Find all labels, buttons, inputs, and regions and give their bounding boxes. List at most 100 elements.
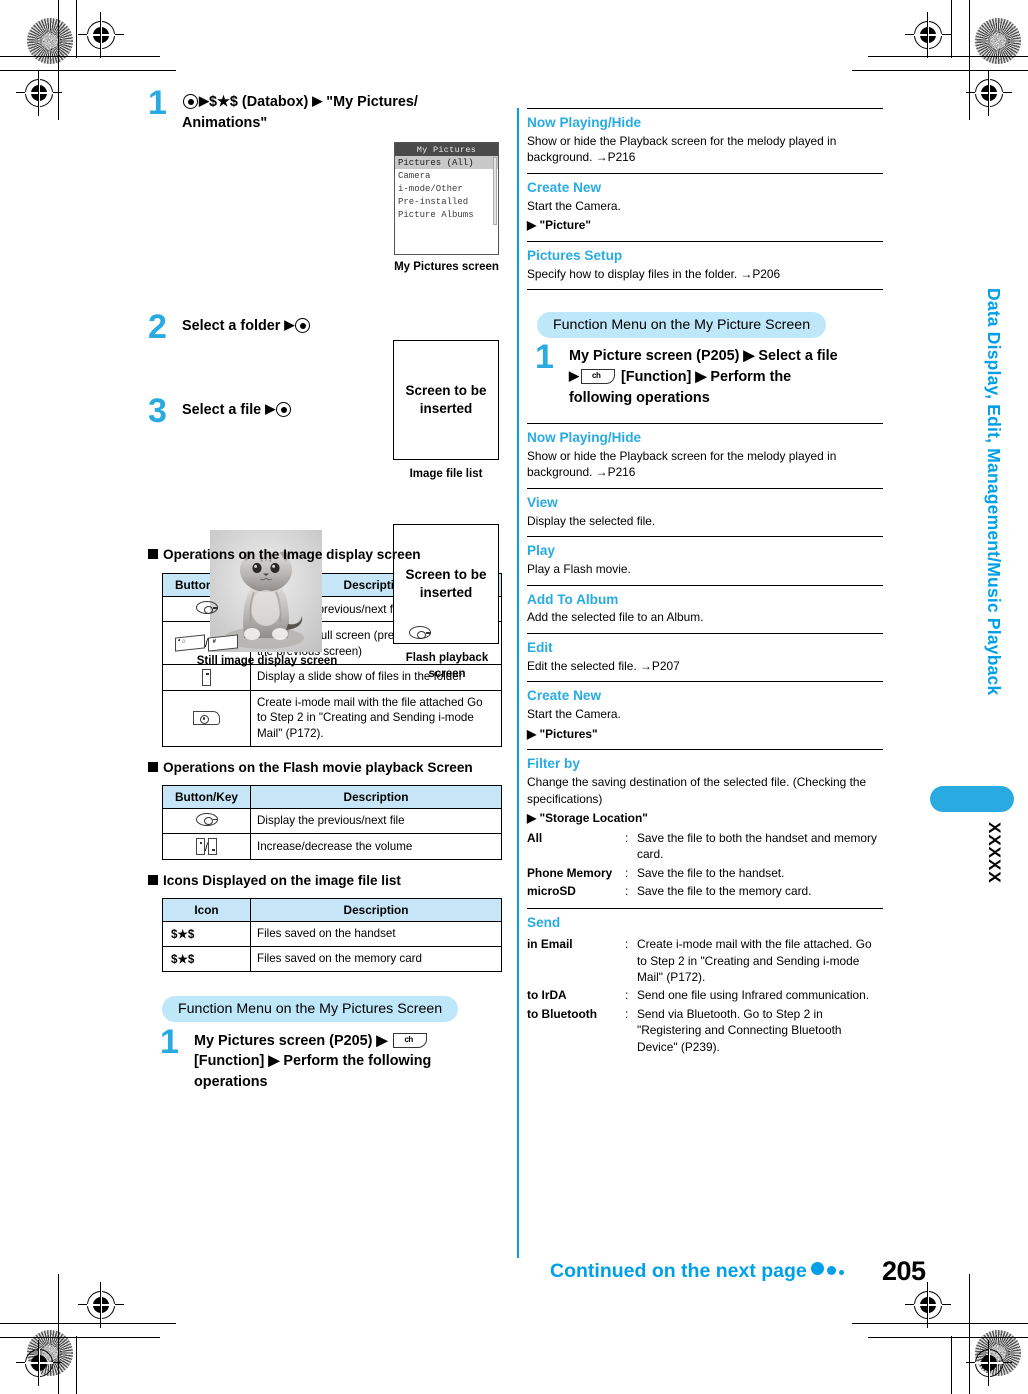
step-line-2: [Function] ▶ Perform the following (194, 1053, 432, 1070)
function-entry-play: Play Play a Flash movie. (527, 537, 883, 584)
option-colon: : (625, 1006, 629, 1021)
image-file-list-caption: Image file list (383, 467, 509, 483)
option-term: All (527, 830, 543, 845)
table-row: $★$ Files saved on the memory card (162, 945, 502, 972)
entry-title: Now Playing/Hide (527, 115, 642, 130)
step-1-databox-label: $★$ (Databox) (209, 94, 309, 110)
flash-playback-placeholder: Screen to be inserted (393, 524, 499, 644)
table-row: Display the previous/next file (162, 807, 502, 834)
function-entry-create-new-top: Create New Start the Camera. ▶ "Picture" (527, 174, 883, 241)
option-row: All : Save the file to both the handset … (527, 829, 883, 864)
step-3: 3 Select a file ▶ (148, 394, 508, 428)
entry-sub: ▶ "Storage Location" (527, 811, 648, 826)
phone-screen-list: Pictures (All) Camera i-mode/Other Pre-i… (395, 156, 498, 221)
handset-file-icon: $★$ (162, 921, 251, 947)
entry-text: Play a Flash movie. (527, 561, 631, 576)
continued-text: Continued on the next page (550, 1260, 807, 1282)
caption-text: Still image display screen (196, 655, 338, 667)
entry-title: View (527, 494, 558, 510)
registration-mark-top-right-a (905, 12, 951, 58)
chapter-side-tab[interactable] (930, 786, 1014, 812)
function-entry-edit: Edit Edit the selected file. →P207 (527, 634, 883, 681)
section-heading-icons-list: Icons Displayed on the image file list (148, 872, 508, 890)
section-heading-flash-playback: Operations on the Flash movie playback S… (148, 759, 508, 777)
heading-text: Operations on the Image display screen (163, 547, 421, 562)
my-pictures-screen-shot: My Pictures Pictures (All) Camera i-mode… (394, 142, 499, 255)
nav-key-icon (162, 807, 251, 834)
phone-list-item-4[interactable]: Picture Albums (395, 208, 498, 221)
col-header-description: Description (250, 898, 502, 923)
option-term: to Bluetooth (527, 1006, 598, 1021)
entry-text: Display the selected file. (527, 513, 656, 528)
entry-title: Create New (527, 179, 602, 195)
page-number: 205 (882, 1256, 926, 1287)
row-description: Files saved on the memory card (250, 945, 502, 972)
page-number-text: 205 (882, 1256, 926, 1286)
ch-function-key-icon: ch (581, 369, 615, 385)
rule-bottom-top-group (527, 289, 883, 291)
entry-title: Pictures Setup (527, 247, 623, 263)
step-number: 1 (535, 338, 554, 377)
option-desc: Save the file to the memory card. (637, 884, 812, 899)
phone-screen-title: My Pictures (395, 143, 498, 156)
still-image-caption: Still image display screen (194, 654, 340, 670)
row-description: Files saved on the handset (250, 921, 502, 947)
registration-mark-bottom-right-b (966, 1340, 1012, 1386)
entry-text: Start the Camera. (527, 198, 621, 213)
continued-notice: Continued on the next page (550, 1260, 844, 1283)
section-heading-image-display: Operations on the Image display screen (148, 546, 508, 564)
arrow-icon-2: ▶ (312, 93, 323, 108)
option-term: Phone Memory (527, 865, 613, 880)
function-entry-filter-by: Filter by Change the saving destination … (527, 750, 883, 907)
function-entry-add-to-album: Add To Album Add the selected file to an… (527, 586, 883, 633)
arrow-icon-3: ▶ (284, 317, 295, 332)
column-divider (517, 108, 519, 1258)
registration-mark-bottom-left-b (16, 1340, 62, 1386)
option-colon: : (625, 937, 629, 952)
function-menu-step-1: 1 My Picture screen (P205) ▶ Select a fi… (535, 340, 883, 409)
table-header-row: Button/Key Description (162, 784, 502, 809)
function-entry-now-playing-hide: Now Playing/Hide Show or hide the Playba… (527, 424, 883, 488)
entry-title: Add To Album (527, 591, 619, 607)
step-1: 1 ▶$★$ (Databox) ▶ "My Pictures/ Animati… (148, 86, 508, 148)
option-colon: : (625, 865, 629, 880)
phone-list-item-2[interactable]: i-mode/Other (395, 182, 498, 195)
table-row: $★$ Files saved on the handset (162, 921, 502, 947)
chapter-side-marker: XXXXX (984, 822, 1004, 884)
flash-playback-operations-table: Button/Key Description Display the previ… (162, 784, 502, 860)
step-body: My Pictures screen (P205) ▶ ch [Function… (194, 1031, 508, 1094)
function-menu-pill: Function Menu on the My Pictures Screen (162, 995, 459, 1022)
option-desc: Create i-mode mail with the file attache… (637, 937, 872, 985)
mail-key-icon (162, 689, 251, 747)
phone-list-item-1[interactable]: Camera (395, 169, 498, 182)
function-entry-create-new: Create New Start the Camera. ▶ "Pictures… (527, 682, 883, 749)
entry-text: Show or hide the Playback screen for the… (527, 133, 837, 165)
step-line-3: operations (194, 1074, 268, 1091)
entry-text: Edit the selected file. →P207 (527, 658, 680, 673)
col-header-button-key: Button/Key (162, 784, 251, 809)
chapter-side-label-text: Data Display, Edit, Management/Music Pla… (984, 288, 1004, 696)
option-desc: Send one file using Infrared communicati… (637, 988, 870, 1003)
table-header-row: Icon Description (162, 898, 502, 923)
phone-list-item-3[interactable]: Pre-installed (395, 195, 498, 208)
document-page: 1 ▶$★$ (Databox) ▶ "My Pictures/ Animati… (0, 0, 1028, 1394)
entry-title: Send (527, 914, 561, 930)
step-line-2: [Function] ▶ Perform the (621, 369, 792, 386)
registration-mark-bottom-right-a (905, 1282, 951, 1328)
entry-title: Create New (527, 688, 602, 704)
phone-list-item-0[interactable]: Pictures (All) (395, 156, 498, 169)
option-row: to IrDA : Send one file using Infrared c… (527, 986, 883, 1004)
function-entry-send: Send in Email : Create i-mode mail with … (527, 909, 883, 1064)
step-body: My Picture screen (P205) ▶ Select a file… (569, 346, 883, 409)
option-row: in Email : Create i-mode mail with the f… (527, 935, 883, 986)
entry-text: Specify how to display files in the fold… (527, 266, 781, 281)
entry-title: Filter by (527, 756, 580, 772)
flash-playback-caption: Flash playback screen (388, 651, 506, 682)
step-1-number: 1 (148, 84, 167, 122)
row-description: Create i-mode mail with the file attache… (250, 689, 502, 747)
step-1-target-a: "My Pictures/ (326, 94, 418, 110)
entry-sub: ▶ "Pictures" (527, 726, 598, 741)
option-term: in Email (527, 937, 573, 952)
phone-screen-scrollbar[interactable] (493, 157, 497, 225)
center-key-icon-3 (276, 402, 292, 417)
